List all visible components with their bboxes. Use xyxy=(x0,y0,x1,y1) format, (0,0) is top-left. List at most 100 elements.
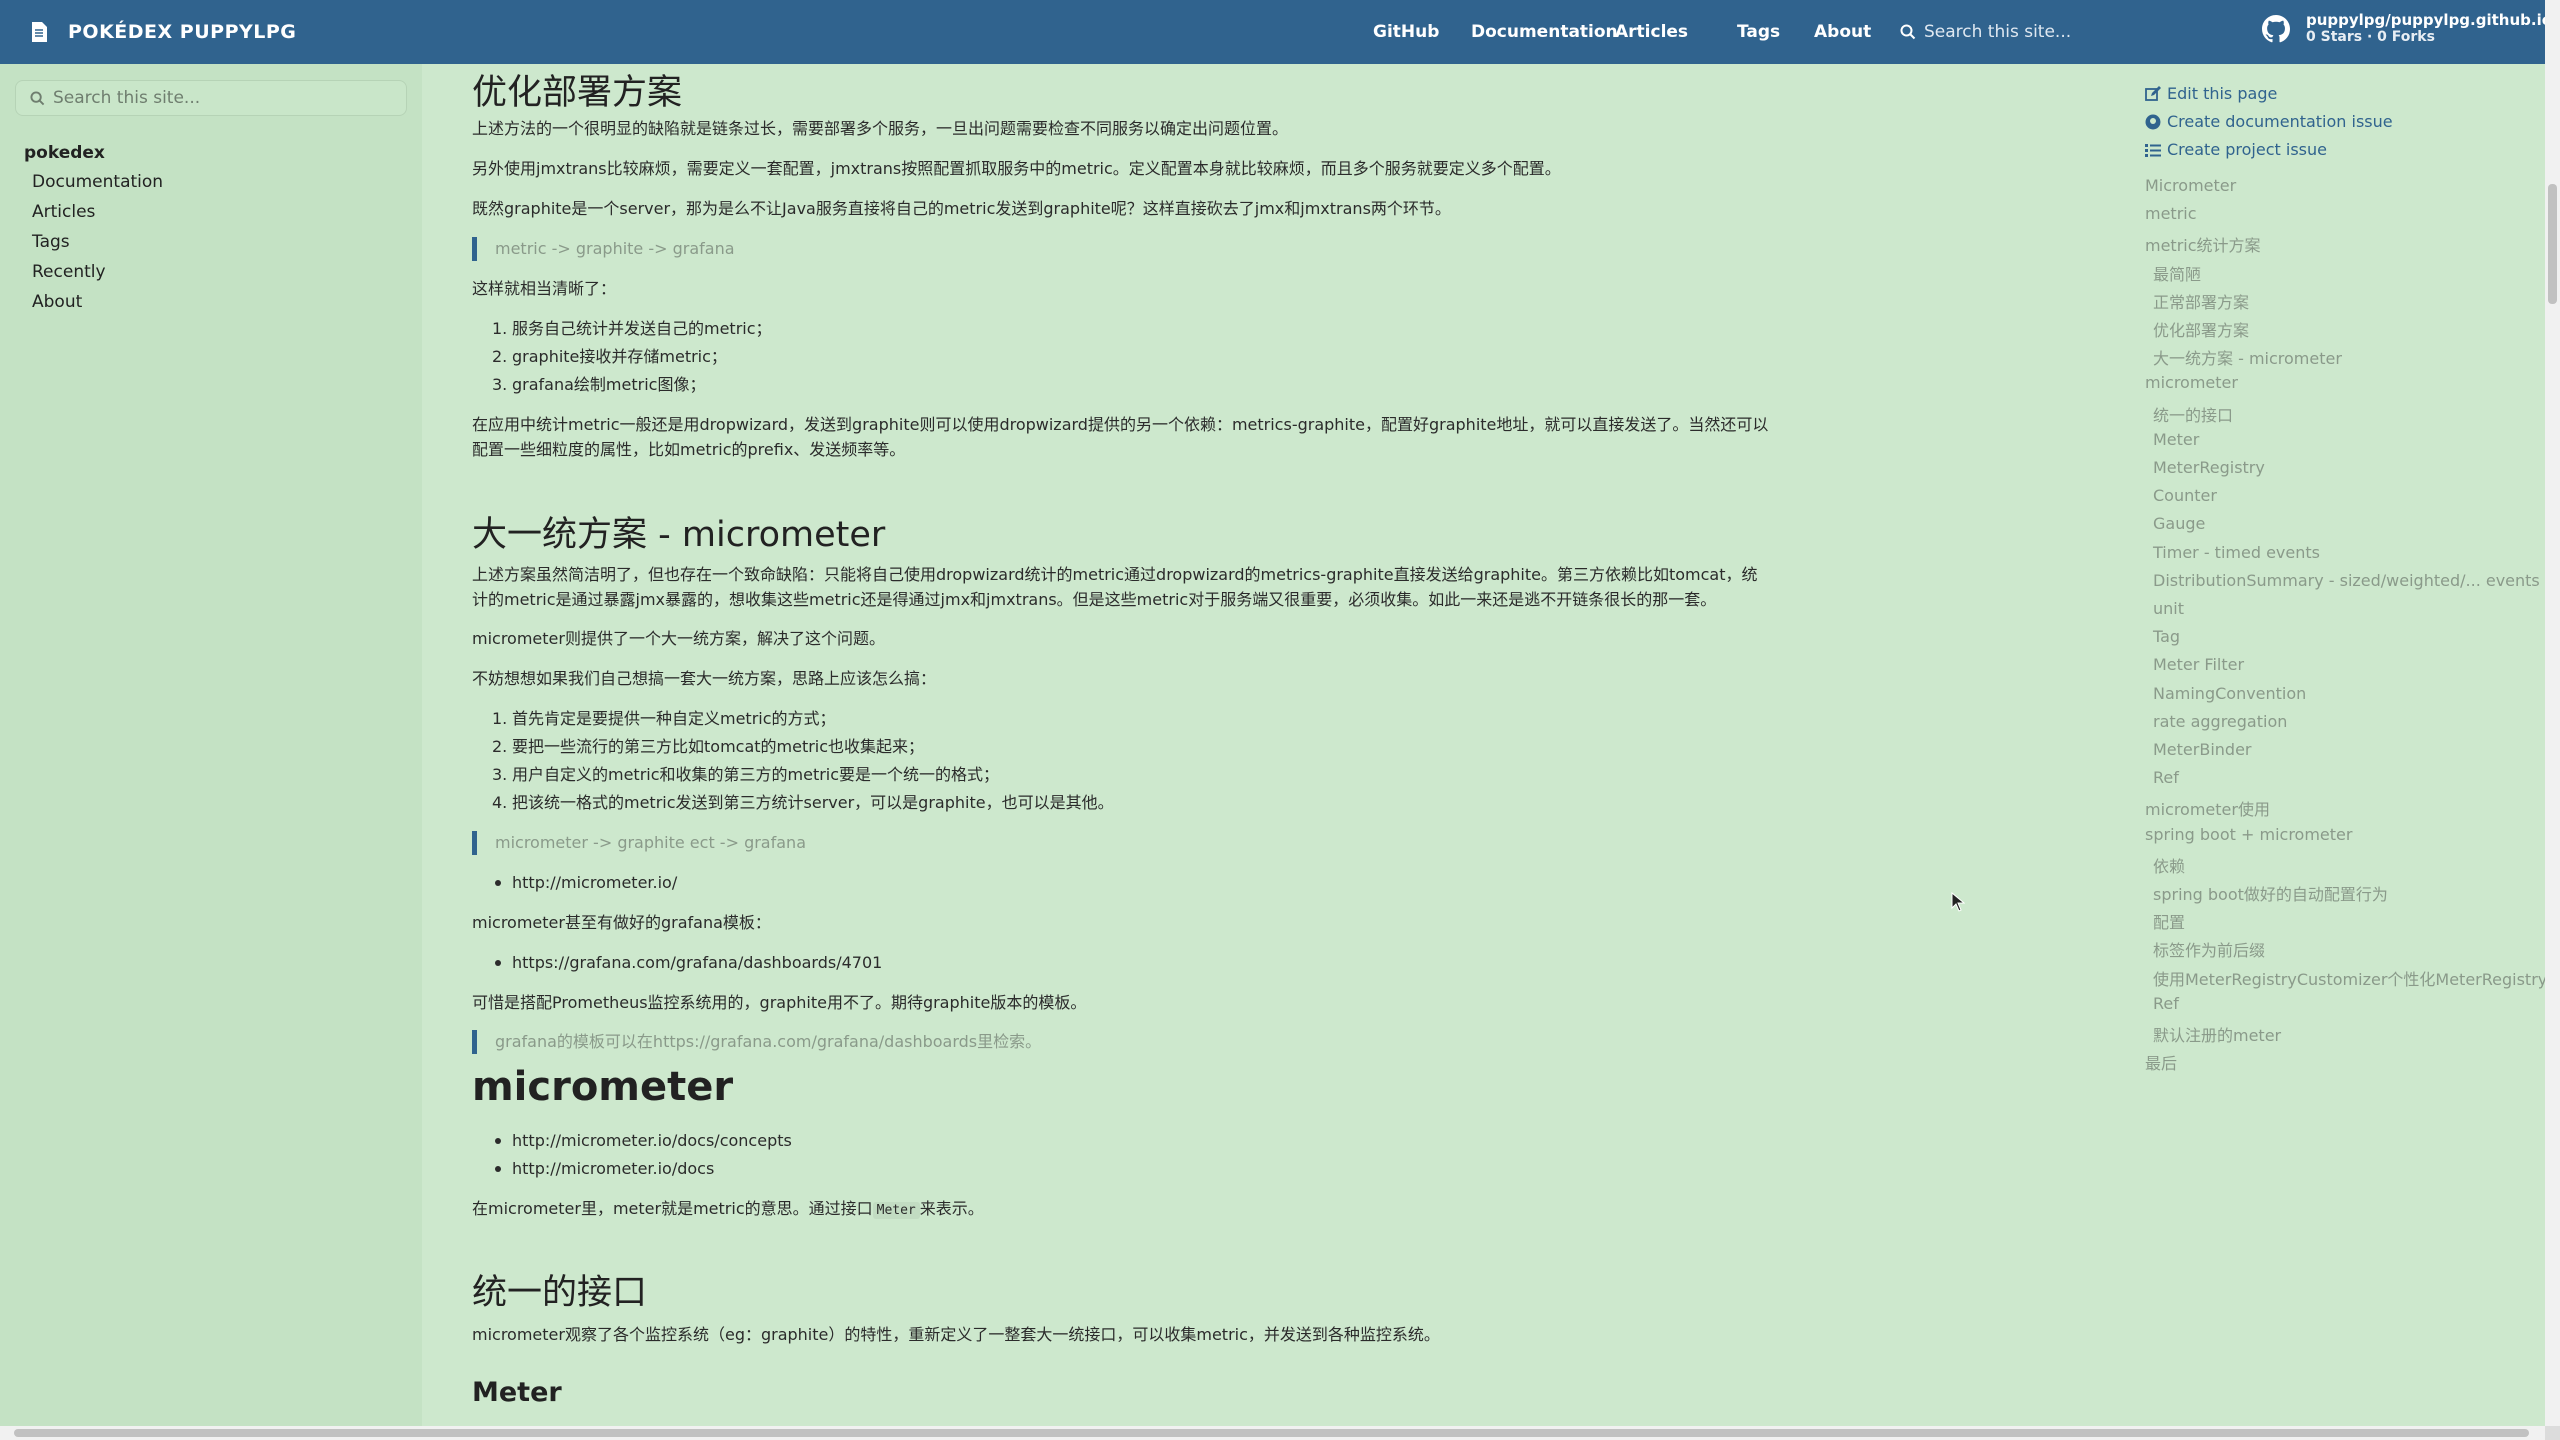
toc-item[interactable]: Timer - timed events xyxy=(2153,543,2320,562)
inline-code: Meter xyxy=(872,1202,920,1219)
toc-item[interactable]: Tag xyxy=(2153,627,2180,646)
github-icon xyxy=(2145,114,2161,129)
sidebar-item-articles[interactable]: Articles xyxy=(32,202,95,222)
paragraph: 上述方法的一个很明显的缺陷就是链条过长，需要部署多个服务，一旦出问题需要检查不同… xyxy=(472,119,1289,138)
toc-item[interactable]: metric xyxy=(2145,204,2197,223)
toc-item[interactable]: Ref xyxy=(2153,994,2179,1013)
link-item[interactable]: http://micrometer.io/docs xyxy=(495,1156,714,1181)
toc-item[interactable]: spring boot做好的自动配置行为 xyxy=(2153,881,2388,905)
repo-name[interactable]: puppylpg/puppylpg.github.io xyxy=(2306,12,2552,29)
github-icon xyxy=(2262,14,2290,42)
paragraph: 可惜是搭配Prometheus监控系统用的，graphite用不了。期待grap… xyxy=(472,993,1087,1012)
paragraph: micrometer甚至有做好的grafana模板： xyxy=(472,913,771,932)
nav-articles[interactable]: Articles xyxy=(1615,22,1688,42)
toc-item[interactable]: spring boot + micrometer xyxy=(2145,825,2352,844)
toc-item[interactable]: unit xyxy=(2153,599,2184,618)
link-item[interactable]: http://micrometer.io/docs/concepts xyxy=(495,1128,792,1153)
toc-item[interactable]: MeterBinder xyxy=(2153,740,2251,759)
toc-item[interactable]: micrometer xyxy=(2145,373,2238,392)
toc-item[interactable]: rate aggregation xyxy=(2153,712,2287,731)
toc-item[interactable]: NamingConvention xyxy=(2153,684,2306,703)
heading-optimized-deploy: 优化部署方案 xyxy=(472,73,683,113)
list-item: 2. graphite接收并存储metric； xyxy=(492,347,727,366)
paragraph: 既然graphite是一个server，那为是么不让Java服务直接将自己的me… xyxy=(472,199,1451,218)
edit-page-link[interactable]: Edit this page xyxy=(2145,84,2277,103)
toc-item[interactable]: 使用MeterRegistryCustomizer个性化MeterRegistr… xyxy=(2153,966,2547,990)
toc-item[interactable]: Meter xyxy=(2153,430,2199,449)
heading-unified-interface: 统一的接口 xyxy=(472,1273,648,1313)
toc-item[interactable]: metric统计方案 xyxy=(2145,232,2261,256)
blockquote: micrometer -> graphite ect -> grafana xyxy=(472,831,806,855)
scrollbar-thumb[interactable] xyxy=(14,1429,2529,1437)
mouse-cursor-icon xyxy=(1951,891,1966,916)
link[interactable]: https://grafana.com/grafana/dashboards/4… xyxy=(512,953,882,972)
paragraph: 这样就相当清晰了： xyxy=(472,279,617,298)
toc-item[interactable]: 配置 xyxy=(2153,909,2185,933)
toc-item[interactable]: 统一的接口 xyxy=(2153,402,2233,426)
paragraph: 上述方案虽然简洁明了，但也存在一个致命缺陷：只能将自己使用dropwizard统… xyxy=(472,565,1758,609)
nav-tags[interactable]: Tags xyxy=(1737,22,1780,42)
nav-github[interactable]: GitHub xyxy=(1373,22,1439,42)
top-search-input[interactable]: Search this site... xyxy=(1900,18,2190,46)
list-icon xyxy=(2145,143,2161,157)
link[interactable]: http://micrometer.io/docs/concepts xyxy=(512,1131,792,1150)
toc-item[interactable]: 最简陋 xyxy=(2153,261,2201,285)
list-item: 3. 用户自定义的metric和收集的第三方的metric要是一个统一的格式； xyxy=(492,765,1000,784)
list-item: 2. 要把一些流行的第三方比如tomcat的metric也收集起来； xyxy=(492,737,925,756)
scrollbar-thumb[interactable] xyxy=(2548,184,2557,304)
sidebar-item-recently[interactable]: Recently xyxy=(32,262,106,282)
top-navbar: POKÉDEX PUPPYLPG GitHub Documentation Ar… xyxy=(0,0,2552,64)
toc-item[interactable]: 依赖 xyxy=(2153,853,2185,877)
toc-item[interactable]: 正常部署方案 xyxy=(2153,289,2249,313)
sidebar-root-pokedex[interactable]: pokedex xyxy=(24,143,105,163)
paragraph: 在应用中统计metric一般还是用dropwizard，发送到graphite则… xyxy=(472,415,1769,459)
repo-info[interactable]: puppylpg/puppylpg.github.io 0 Stars · 0 … xyxy=(2262,12,2552,45)
toc-item[interactable]: 优化部署方案 xyxy=(2153,317,2249,341)
sidebar-search-input[interactable]: Search this site... xyxy=(15,80,407,116)
toc-item[interactable]: 大一统方案 - micrometer xyxy=(2153,345,2342,369)
toc-item[interactable]: Gauge xyxy=(2153,514,2205,533)
link[interactable]: http://micrometer.io/ xyxy=(512,873,677,892)
toc-item[interactable]: Meter Filter xyxy=(2153,655,2244,674)
nav-about[interactable]: About xyxy=(1814,22,1871,42)
sidebar-item-documentation[interactable]: Documentation xyxy=(32,172,163,192)
toc-item[interactable]: micrometer使用 xyxy=(2145,796,2270,820)
toc-item[interactable]: Micrometer xyxy=(2145,176,2236,195)
create-project-issue-link[interactable]: Create project issue xyxy=(2145,140,2327,159)
list-item: 3. grafana绘制metric图像； xyxy=(492,375,706,394)
toc-item[interactable]: DistributionSummary - sized/weighted/...… xyxy=(2153,571,2540,590)
nav-documentation[interactable]: Documentation xyxy=(1471,22,1618,42)
brand-title[interactable]: POKÉDEX PUPPYLPG xyxy=(68,21,296,43)
toc-item[interactable]: Ref xyxy=(2153,768,2179,787)
list-item: 1. 首先肯定是要提供一种自定义metric的方式； xyxy=(492,709,836,728)
blockquote: metric -> graphite -> grafana xyxy=(472,237,735,261)
search-icon xyxy=(1900,24,1916,40)
toc-item[interactable]: 标签作为前后缀 xyxy=(2153,937,2265,961)
link-item[interactable]: https://grafana.com/grafana/dashboards/4… xyxy=(495,950,882,975)
toc-item[interactable]: Counter xyxy=(2153,486,2217,505)
toc-item[interactable]: 最后 xyxy=(2145,1050,2177,1074)
repo-stats: 0 Stars · 0 Forks xyxy=(2306,29,2435,45)
horizontal-scrollbar[interactable] xyxy=(0,1426,2545,1440)
blockquote: grafana的模板可以在https://grafana.com/grafana… xyxy=(472,1030,1041,1054)
sidebar-item-about[interactable]: About xyxy=(32,292,82,312)
paragraph: 不妨想想如果我们自己想搞一套大一统方案，思路上应该怎么搞： xyxy=(472,669,937,688)
search-icon xyxy=(30,90,45,105)
sidebar-item-tags[interactable]: Tags xyxy=(32,232,70,252)
top-search-placeholder: Search this site... xyxy=(1924,22,2072,42)
heading-micrometer: micrometer xyxy=(472,1064,734,1110)
vertical-scrollbar[interactable] xyxy=(2545,0,2560,1426)
document-icon xyxy=(30,21,48,43)
brand[interactable]: POKÉDEX PUPPYLPG xyxy=(30,0,296,64)
list-item: 1. 服务自己统计并发送自己的metric； xyxy=(492,319,772,338)
link[interactable]: http://micrometer.io/docs xyxy=(512,1159,714,1178)
scrollbar-corner xyxy=(2545,1426,2560,1440)
link-item[interactable]: http://micrometer.io/ xyxy=(495,870,677,895)
edit-icon xyxy=(2145,85,2161,101)
create-doc-issue-link[interactable]: Create documentation issue xyxy=(2145,112,2393,131)
left-sidebar: Search this site... pokedex Documentatio… xyxy=(0,64,422,1426)
toc-item[interactable]: 默认注册的meter xyxy=(2153,1022,2281,1046)
toc-item[interactable]: MeterRegistry xyxy=(2153,458,2265,477)
paragraph: micrometer观察了各个监控系统（eg：graphite）的特性，重新定义… xyxy=(472,1325,1440,1344)
list-item: 4. 把该统一格式的metric发送到第三方统计server，可以是graphit… xyxy=(492,793,1114,812)
